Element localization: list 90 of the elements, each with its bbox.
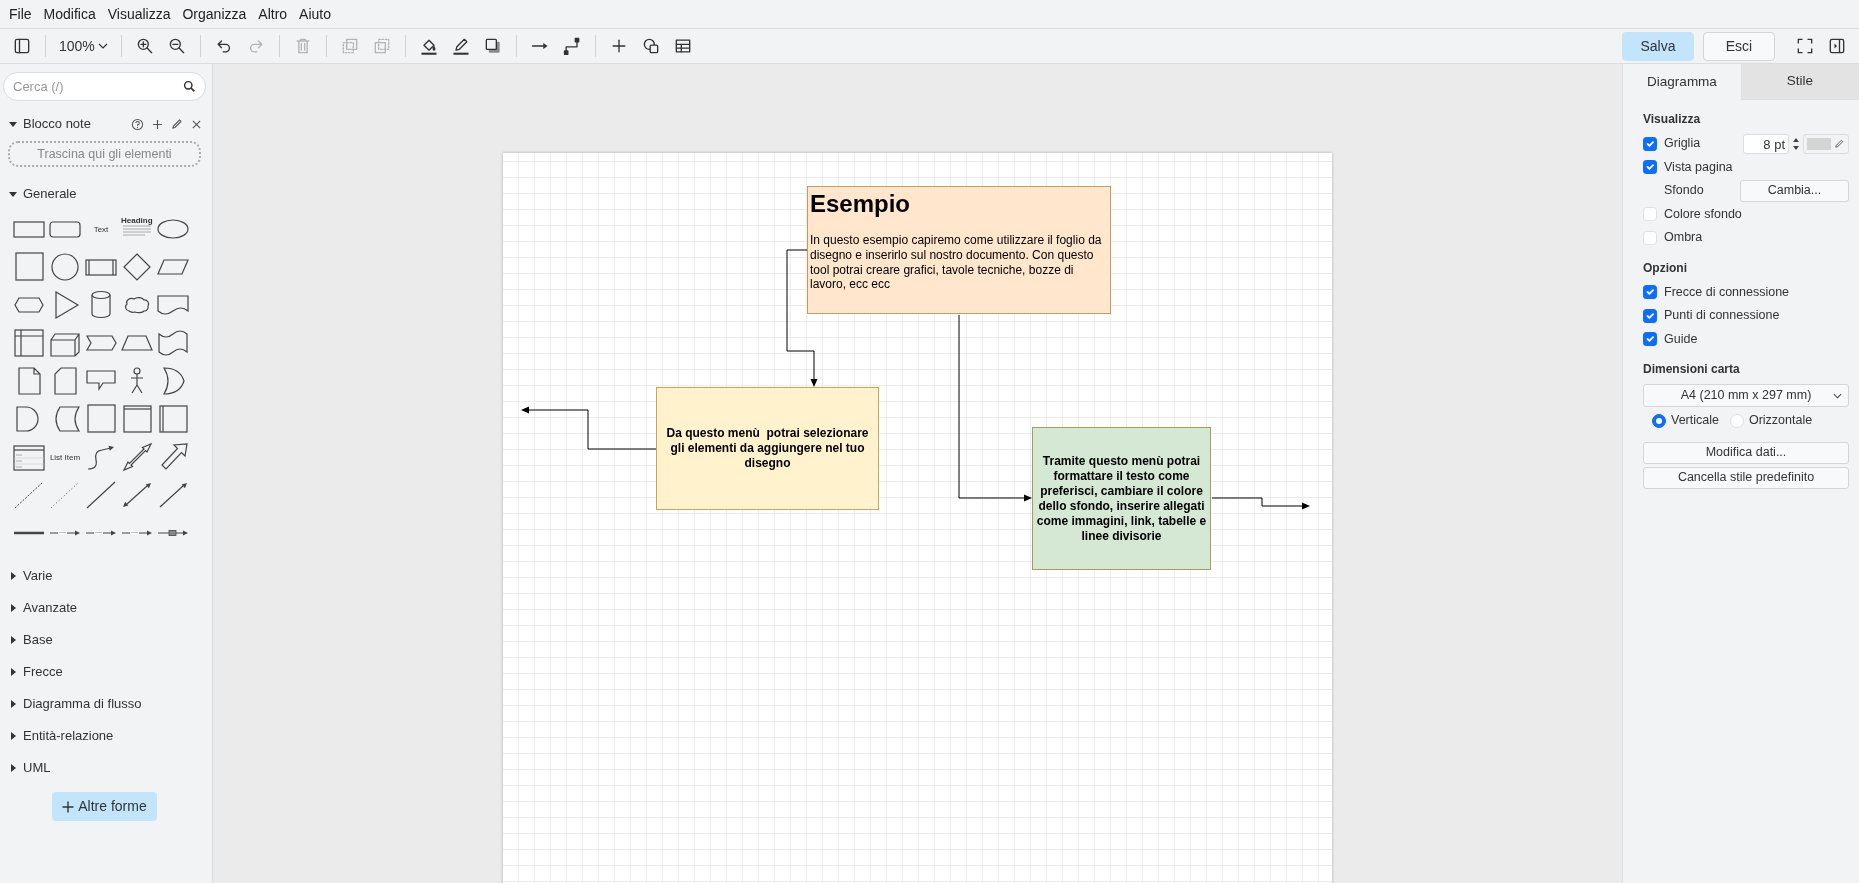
- node-text: Da questo menù potrai selezionare gli elementi da aggiungere nel tuo disegno: [665, 426, 870, 471]
- section-title[interactable]: Diagramma di flusso: [23, 694, 142, 714]
- plus-icon[interactable]: [152, 118, 163, 130]
- section-heading: Opzioni: [1643, 259, 1688, 275]
- section-title[interactable]: Varie: [23, 566, 53, 586]
- caret-right-icon[interactable]: [9, 636, 17, 644]
- panel-icon: [1827, 36, 1847, 56]
- checkbox[interactable]: [1643, 160, 1657, 175]
- section-title[interactable]: Blocco note: [23, 114, 91, 134]
- list-item-shape[interactable]: List Item: [48, 442, 82, 472]
- panel-button[interactable]: Modifica dati...: [1643, 441, 1849, 464]
- checkbox-label: Colore sfondo: [1664, 205, 1742, 223]
- menu-item[interactable]: Organizza: [182, 3, 247, 25]
- eyedropper-icon: [1834, 138, 1845, 150]
- radio-label: Orizzontale: [1748, 412, 1813, 430]
- field-label: Sfondo: [1663, 182, 1704, 200]
- list-shape[interactable]: [12, 442, 46, 472]
- caret-right-icon[interactable]: [9, 604, 17, 612]
- connector-arrow[interactable]: [521, 406, 657, 450]
- caret-down-icon[interactable]: [9, 190, 17, 198]
- menu-item[interactable]: Modifica: [43, 3, 96, 25]
- text-shape[interactable]: Text: [84, 214, 118, 244]
- section-title[interactable]: Generale: [23, 184, 77, 204]
- caret-right-icon[interactable]: [9, 700, 17, 708]
- more-shapes-button[interactable]: Altre forme: [52, 792, 157, 821]
- section-heading: Visualizza: [1643, 111, 1702, 126]
- node-text: In questo esempio capiremo come utilizzare il foglio da disegno e inserirlo sul nostro documento. Con questo tool potrai creare grafici, tavole tecniche, bozze di lavoro, ecc ecc: [810, 233, 1103, 292]
- help-icon[interactable]: [131, 117, 144, 131]
- section-title[interactable]: Frecce: [23, 662, 63, 682]
- diagram-node[interactable]: Tramite questo menù potrai formattare il testo come preferisci, cambiare il colore dello sfondo, inserire allegati come immagini, link, tabelle e linee divisorie: [1032, 427, 1211, 570]
- radio-button[interactable]: [1652, 413, 1666, 428]
- node-title: Esempio: [810, 191, 912, 218]
- diagram-node[interactable]: Da questo menù potrai selezionare gli elementi da aggiungere nel tuo disegno: [656, 387, 879, 510]
- exit-button[interactable]: Esci: [1703, 31, 1775, 61]
- connector-arrow[interactable]: [958, 314, 1032, 502]
- waypoint-icon: [561, 36, 582, 56]
- internal-storage-shape[interactable]: [12, 328, 46, 358]
- chevron-down-icon: [97, 43, 108, 49]
- pencil-icon[interactable]: [171, 118, 183, 130]
- menu-item[interactable]: Aiuto: [299, 3, 331, 25]
- checkbox[interactable]: [1643, 285, 1657, 300]
- plus-icon: [62, 800, 75, 813]
- grid-size-field[interactable]: 8 pt: [1743, 133, 1789, 154]
- caret-down-icon[interactable]: [9, 120, 17, 128]
- save-button[interactable]: Salva: [1622, 31, 1694, 61]
- chevron-down-icon: [1833, 392, 1842, 400]
- node-text: Tramite questo menù potrai formattare il testo come preferisci, cambiare il colore dello sfondo, inserire allegati come immagini, link, tabelle e linee divisorie: [1035, 453, 1208, 544]
- tape-shape[interactable]: [156, 328, 190, 358]
- bidirectional-shape[interactable]: [120, 480, 154, 510]
- checkbox-label: Punti di connessione: [1664, 307, 1780, 325]
- checkbox-label: Vista pagina: [1664, 158, 1733, 176]
- panel-tab[interactable]: Stile: [1741, 64, 1859, 100]
- menu-item[interactable]: File: [9, 3, 32, 25]
- checkbox-label: Frecce di connessione: [1664, 283, 1790, 301]
- connector-arrow[interactable]: [1211, 497, 1310, 510]
- zoom-dropdown[interactable]: 100%: [53, 31, 114, 61]
- grid-color-button[interactable]: [1803, 133, 1849, 154]
- checkbox[interactable]: [1643, 332, 1657, 347]
- change-button[interactable]: Cambia...: [1740, 179, 1849, 202]
- sidebar-icon: [12, 36, 32, 56]
- panel-button[interactable]: Cancella stile predefinito: [1643, 466, 1849, 489]
- swimlane-shape[interactable]: [156, 404, 190, 434]
- square-shape[interactable]: [12, 252, 46, 282]
- caret-right-icon[interactable]: [9, 764, 17, 772]
- circle-shape[interactable]: [48, 252, 82, 282]
- paper-size-select[interactable]: A4 (210 mm x 297 mm): [1643, 384, 1849, 407]
- menu-item[interactable]: Visualizza: [107, 3, 171, 25]
- checkbox-label: Griglia: [1664, 135, 1701, 153]
- diagram-node[interactable]: Esempio In questo esempio capiremo come utilizzare il foglio da disegno e inserirlo sul nostro documento. Con questo tool potrai creare grafici, tavole tecniche, bozze di lavoro, ecc ecc: [807, 186, 1111, 314]
- search-field[interactable]: Cerca (/): [3, 72, 206, 101]
- checkbox[interactable]: [1643, 136, 1657, 151]
- caret-right-icon[interactable]: [9, 572, 17, 580]
- section-heading: Dimensioni carta: [1643, 361, 1741, 376]
- caret-right-icon[interactable]: [9, 668, 17, 676]
- caret-right-icon[interactable]: [9, 732, 17, 740]
- checkbox[interactable]: [1643, 308, 1657, 323]
- checkbox-label: Guide: [1664, 330, 1698, 348]
- search-icon[interactable]: [183, 80, 196, 93]
- radio-label: Verticale: [1671, 412, 1719, 430]
- line-shape[interactable]: [84, 480, 118, 510]
- container-shape[interactable]: [120, 404, 154, 434]
- section-title[interactable]: Entità-relazione: [23, 726, 114, 746]
- close-icon[interactable]: [191, 118, 202, 130]
- menu-item[interactable]: Altro: [258, 3, 288, 25]
- section-title[interactable]: UML: [23, 758, 51, 778]
- section-title[interactable]: Avanzate: [23, 598, 77, 618]
- double-arrow-shape[interactable]: [120, 442, 154, 472]
- fullscreen-icon: [1795, 36, 1815, 56]
- section-title[interactable]: Base: [23, 630, 53, 650]
- checkbox-label: Ombra: [1664, 229, 1703, 247]
